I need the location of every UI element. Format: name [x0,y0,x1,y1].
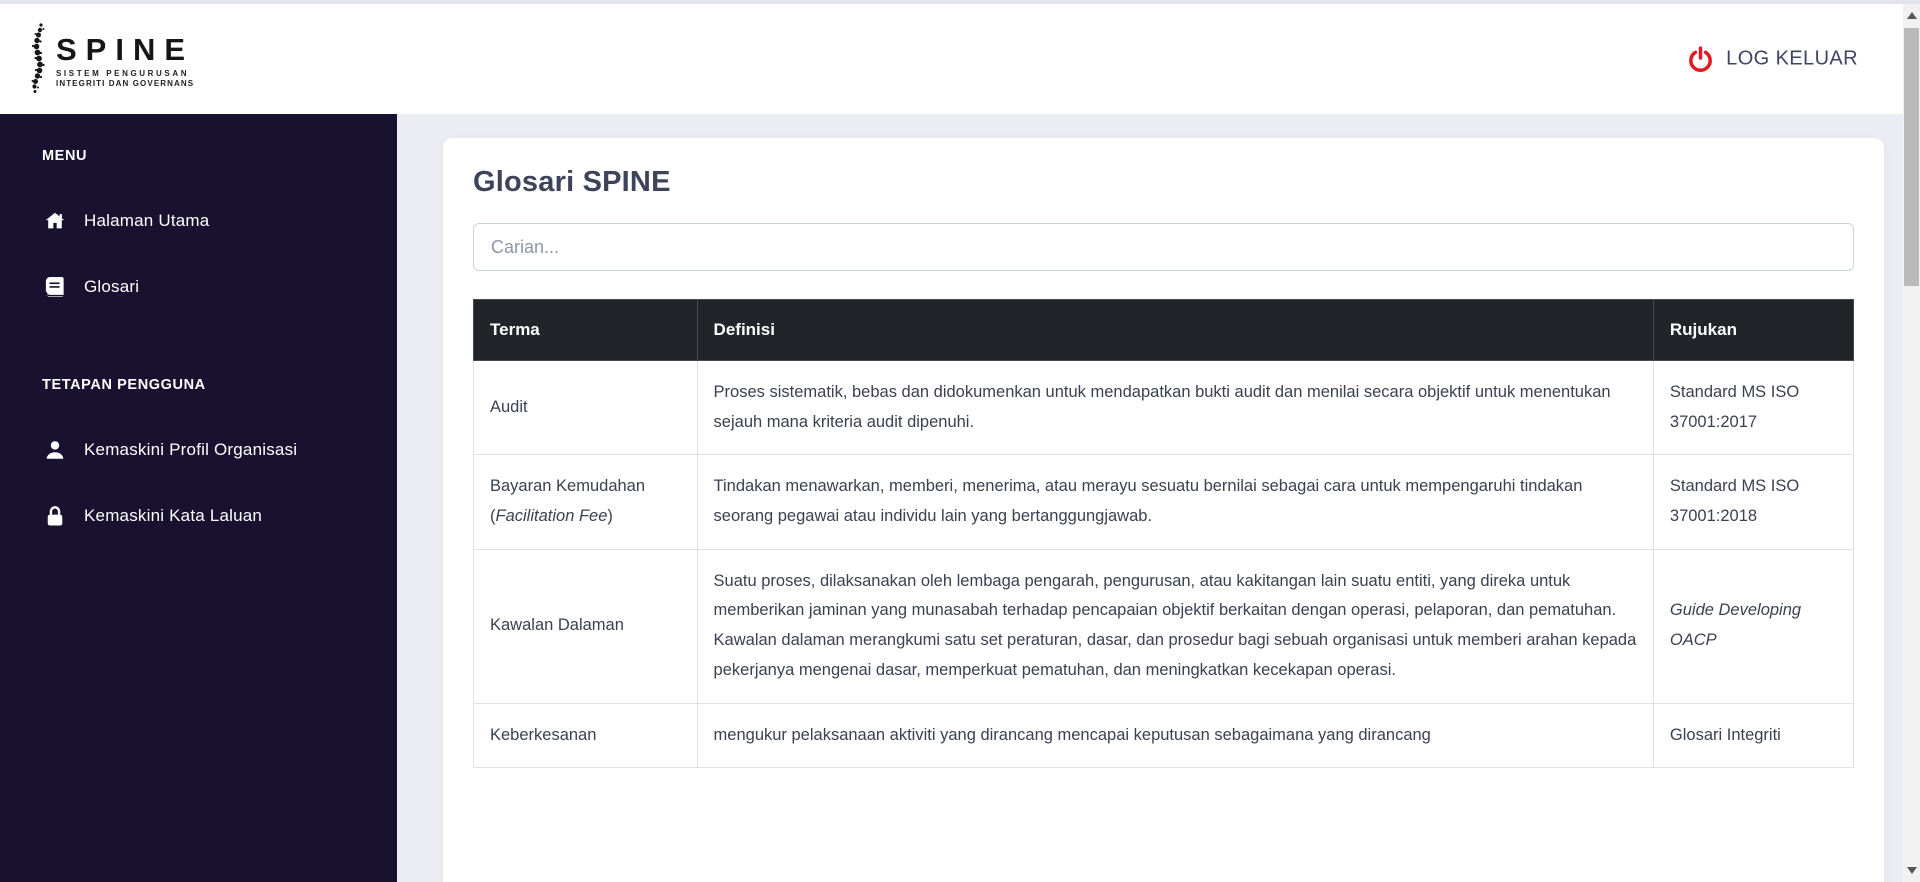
glossary-table: Terma Definisi Rujukan Audit Proses siste… [473,299,1855,769]
rujukan-cell: Glosari Integriti [1652,702,1855,769]
sidebar-heading-menu: MENU [42,148,88,164]
sidebar-item-label: Halaman Utama [84,211,210,230]
column-header-rujukan: Rujukan [1652,299,1855,361]
sidebar-item-label: Glosari [84,277,140,296]
definisi-cell: Tindakan menawarkan, memberi, menerima, … [696,454,1654,550]
sidebar-item-halaman-utama[interactable]: Halaman Utama [42,188,367,254]
vertical-scrollbar[interactable] [1903,4,1920,882]
book-icon [42,276,68,298]
rujukan-cell: Guide Developing OACP [1652,548,1855,704]
sidebar-section-menu: MENU Halaman Utama Glosari [42,148,367,320]
logout-button[interactable]: LOG KELUAR [1687,46,1858,73]
column-header-definisi: Definisi [696,299,1654,361]
terma-cell: Audit [473,359,698,456]
spine-logo: SPINE SISTEM PENGURUSAN INTEGRITI DAN GO… [26,22,194,99]
table-row: Audit Proses sistematik, bebas dan didoku… [473,359,1855,456]
terma-cell: Kawalan Dalaman [473,548,698,704]
rujukan-cell: Standard MS ISO 37001:2018 [1652,454,1855,550]
scrollbar-thumb[interactable] [1904,28,1919,286]
sidebar-item-label: Kemaskini Kata Laluan [84,506,263,525]
page-title: Glosari SPINE [473,166,671,198]
logo-tagline-line1: SISTEM PENGURUSAN [56,68,190,78]
search-input[interactable] [473,223,1854,271]
sidebar-section-tetapan: TETAPAN PENGGUNA Kemaskini Profil Organi… [42,377,367,549]
table-header-row: Terma Definisi Rujukan [473,299,1855,361]
rujukan-cell: Standard MS ISO 37001:2017 [1652,359,1855,456]
app-header: SPINE SISTEM PENGURUSAN INTEGRITI DAN GO… [0,4,1920,114]
table-row: Keberkesanan mengukur pelaksanaan aktivit… [473,702,1855,769]
definisi-cell: mengukur pelaksanaan aktiviti yang diran… [696,702,1654,769]
logo-tagline-line2: INTEGRITI DAN GOVERNANS [56,78,195,88]
sidebar-item-glosari[interactable]: Glosari [42,254,367,320]
glossary-card: Glosari SPINE Terma Definisi Rujukan Aud… [443,138,1884,882]
scroll-down-button[interactable] [1903,862,1920,879]
scroll-up-button[interactable] [1903,7,1920,24]
sidebar-item-kemaskini-profil[interactable]: Kemaskini Profil Organisasi [42,417,367,483]
terma-cell: Keberkesanan [473,702,698,769]
column-header-terma: Terma [473,299,698,361]
table-row: Kawalan Dalaman Suatu proses, dilaksanaka… [473,548,1855,704]
sidebar-item-label: Kemaskini Profil Organisasi [84,440,298,459]
definisi-cell: Proses sistematik, bebas dan didokumenka… [696,359,1654,456]
home-icon [42,210,68,232]
sidebar-item-kemaskini-kata-laluan[interactable]: Kemaskini Kata Laluan [42,483,367,549]
spine-vertebrae-icon [26,22,52,99]
logo-brand-text: SPINE [56,31,195,67]
table-row: Bayaran Kemudahan (Facilitation Fee) Tind… [473,454,1855,550]
main-content-area: Glosari SPINE Terma Definisi Rujukan Aud… [397,114,1920,882]
logout-label: LOG KELUAR [1726,47,1858,70]
logo-text: SPINE SISTEM PENGURUSAN INTEGRITI DAN GO… [56,34,194,88]
sidebar: MENU Halaman Utama Glosari TETAPAN PENGG… [0,114,397,882]
user-icon [42,439,68,461]
power-icon [1687,46,1714,73]
definisi-cell: Suatu proses, dilaksanakan oleh lembaga … [696,548,1654,704]
terma-cell: Bayaran Kemudahan (Facilitation Fee) [473,454,698,550]
glossary-table-body: Audit Proses sistematik, bebas dan didoku… [473,359,1855,769]
lock-icon [42,505,68,527]
sidebar-heading-tetapan: TETAPAN PENGGUNA [42,377,206,393]
